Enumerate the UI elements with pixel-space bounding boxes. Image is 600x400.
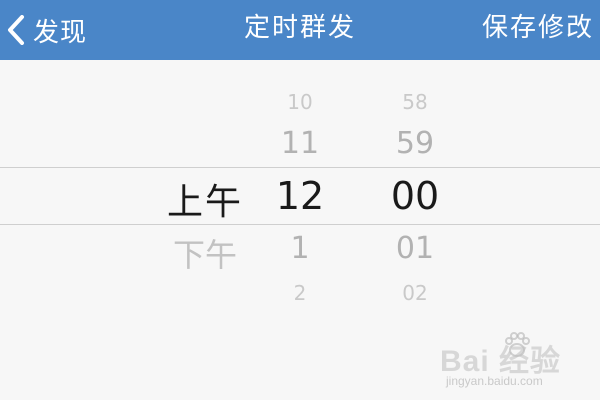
hour-option[interactable]: 2 [255, 281, 345, 305]
back-button[interactable]: 发现 [0, 0, 110, 60]
minute-option[interactable]: 59 [370, 126, 460, 161]
chevron-left-icon [8, 15, 24, 45]
baidu-jingyan-watermark: Bai 经验 jingyan.baidu.com [440, 332, 590, 392]
minute-option[interactable]: 02 [370, 281, 460, 305]
navigation-bar: 发现 定时群发 保存修改 [0, 0, 600, 60]
ampm-option-selected[interactable]: 上午 [160, 173, 250, 225]
minute-option[interactable]: 01 [370, 231, 460, 266]
hour-option-selected[interactable]: 12 [255, 174, 345, 218]
ampm-option[interactable]: 下午 [160, 230, 250, 276]
hour-option[interactable]: 10 [255, 90, 345, 114]
hour-wheel[interactable]: 10 11 12 1 2 [255, 60, 345, 400]
minute-option-selected[interactable]: 00 [370, 174, 460, 218]
save-changes-button[interactable]: 保存修改 [482, 0, 594, 60]
back-button-label: 发现 [33, 17, 88, 48]
ampm-wheel[interactable]: 上午 下午 [160, 60, 250, 400]
hour-option[interactable]: 1 [255, 231, 345, 266]
watermark-url: jingyan.baidu.com [446, 374, 543, 388]
hour-option[interactable]: 11 [255, 126, 345, 161]
minute-option[interactable]: 58 [370, 90, 460, 114]
